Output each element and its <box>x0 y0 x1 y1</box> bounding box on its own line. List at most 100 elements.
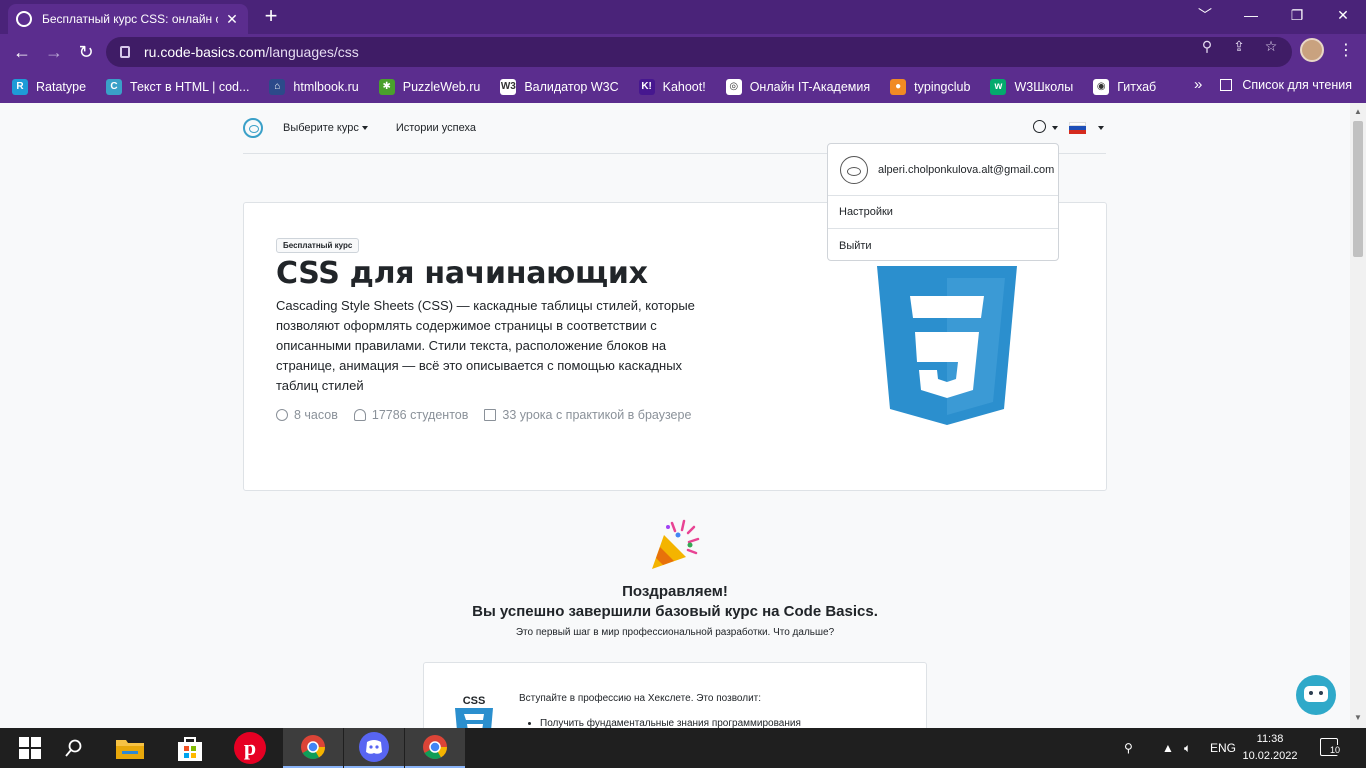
bookmark-star-icon[interactable]: ☆ <box>1260 38 1282 55</box>
bookmark-item[interactable]: ⌂ htmlbook.ru <box>269 78 359 95</box>
language-indicator[interactable]: ENG <box>1210 728 1236 768</box>
new-tab-button[interactable]: + <box>258 4 284 30</box>
browser-chrome: Бесплатный курс CSS: онлайн о ✕ + ﹀ — ❐ … <box>0 0 1366 103</box>
settings-menu-item[interactable]: Настройки <box>828 196 1058 229</box>
notification-count: 10 <box>1329 745 1342 755</box>
people-icon[interactable]: ⚲ <box>1124 728 1133 768</box>
reload-icon[interactable]: ↻ <box>72 38 100 66</box>
system-clock[interactable]: 11:38 10.02.2022 <box>1240 731 1300 765</box>
user-chevron-icon[interactable] <box>1052 126 1058 130</box>
bookmark-label: Гитхаб <box>1117 79 1157 94</box>
bookmark-label: Онлайн IT-Академия <box>749 79 871 94</box>
bookmark-label: Kahoot! <box>662 79 706 94</box>
file-explorer-icon[interactable] <box>100 728 160 768</box>
bookmark-item[interactable]: w W3Школы <box>990 78 1073 95</box>
bookmark-item[interactable]: ◎ Онлайн IT-Академия <box>725 78 871 95</box>
scroll-down-icon[interactable]: ▼ <box>1350 713 1366 722</box>
share-icon[interactable]: ⇪ <box>1228 38 1250 55</box>
maximize-button[interactable]: ❐ <box>1274 0 1320 30</box>
scroll-up-icon[interactable]: ▲ <box>1350 107 1366 116</box>
svg-text:p: p <box>244 735 256 760</box>
tab-search-icon[interactable]: ﹀ <box>1182 0 1228 30</box>
tab-strip: Бесплатный курс CSS: онлайн о ✕ + ﹀ — ❐ … <box>0 0 1366 34</box>
pinterest-icon[interactable]: p <box>220 728 280 768</box>
course-meta: 8 часов 17786 студентов 33 урока с практ… <box>276 408 707 422</box>
users-icon <box>353 409 366 421</box>
clock-icon <box>276 409 288 421</box>
bookmark-item[interactable]: W3 Валидатор W3C <box>500 78 619 95</box>
notifications-icon[interactable]: 10 <box>1320 738 1342 756</box>
kahoot-icon: K! <box>638 78 655 95</box>
zoom-icon[interactable]: ⚲ <box>1196 38 1218 55</box>
bookmark-label: typingclub <box>914 79 971 94</box>
hexlet-offer-card: CSS Вступайте в профессию на Хекслете. Э… <box>423 662 927 728</box>
url-host: ru.code-basics.com <box>144 44 266 60</box>
w3c-icon: W3 <box>500 78 517 95</box>
forward-arrow-icon[interactable]: → <box>40 38 68 66</box>
mini-css-label: CSS <box>463 695 486 707</box>
github-icon: ◉ <box>1093 78 1110 95</box>
back-arrow-icon[interactable]: ← <box>8 38 36 66</box>
logout-menu-item[interactable]: Выйти <box>828 229 1058 262</box>
web-page: Выберите курс Истории успеха alperi.chol… <box>0 103 1350 728</box>
search-icon[interactable] <box>44 728 104 768</box>
bookmark-item[interactable]: ● typingclub <box>890 78 971 95</box>
bookmark-label: Текст в HTML | cod... <box>130 79 250 94</box>
browser-tab[interactable]: Бесплатный курс CSS: онлайн о ✕ <box>8 4 248 34</box>
w3schools-icon: w <box>990 78 1007 95</box>
bookmark-item[interactable]: C Текст в HTML | cod... <box>106 78 250 95</box>
academy-icon: ◎ <box>725 78 742 95</box>
chatbot-widget-icon[interactable] <box>1296 675 1336 715</box>
bookmarks-more-icon[interactable]: » <box>1194 76 1202 93</box>
url-path: /languages/css <box>265 44 359 60</box>
user-account-icon[interactable] <box>1033 120 1046 133</box>
volume-icon[interactable]: 🔈︎ <box>1184 728 1191 768</box>
students-meta: 17786 студентов <box>353 408 469 422</box>
minimize-button[interactable]: — <box>1228 0 1274 30</box>
microsoft-store-icon[interactable] <box>160 728 220 768</box>
tray-overflow-icon[interactable]: ▲ <box>1162 728 1174 768</box>
tab-title: Бесплатный курс CSS: онлайн о <box>42 12 218 26</box>
url-text: ru.code-basics.com/languages/css <box>144 44 359 60</box>
clock-date: 10.02.2022 <box>1242 750 1298 762</box>
choose-course-dropdown[interactable]: Выберите курс <box>283 122 368 134</box>
page-scrollbar[interactable]: ▲ ▼ <box>1350 103 1366 728</box>
discord-icon[interactable] <box>344 728 404 768</box>
reading-list-icon <box>1220 78 1233 91</box>
code-basics-logo-icon[interactable] <box>243 118 263 138</box>
bookmark-label: Ratatype <box>36 79 87 94</box>
russian-flag-icon[interactable] <box>1069 122 1086 134</box>
students-text: 17786 студентов <box>371 408 469 422</box>
congrats-note: Это первый шаг в мир профессиональной ра… <box>515 627 835 638</box>
profile-avatar[interactable] <box>1300 38 1324 62</box>
chrome-window-1-icon[interactable] <box>283 728 343 768</box>
bookmark-item[interactable]: ✱ PuzzleWeb.ru <box>378 78 481 95</box>
bookmark-item[interactable]: K! Kahoot! <box>638 78 706 95</box>
bookmark-item[interactable]: ◉ Гитхаб <box>1093 78 1157 95</box>
lessons-text: 33 урока с практикой в браузере <box>502 408 692 422</box>
user-avatar-icon <box>840 155 868 184</box>
scrollbar-thumb[interactable] <box>1353 121 1363 257</box>
puzzle-icon: ✱ <box>378 78 395 95</box>
course-description: Cascading Style Sheets (CSS) — каскадные… <box>276 298 695 393</box>
success-stories-link[interactable]: Истории успеха <box>396 122 476 134</box>
bookmark-label: PuzzleWeb.ru <box>402 79 481 94</box>
tab-close-icon[interactable]: ✕ <box>224 11 240 28</box>
course-title: CSS для начинающих <box>276 256 648 291</box>
close-window-button[interactable]: ✕ <box>1320 0 1366 30</box>
duration-text: 8 часов <box>294 408 338 422</box>
book-icon <box>484 409 497 421</box>
bookmark-item[interactable]: R Ratatype <box>12 78 87 95</box>
congrats-subtitle: Вы успешно завершили базовый курс на Cod… <box>472 603 878 620</box>
code-basics-favicon-icon <box>16 11 32 27</box>
language-chevron-icon[interactable] <box>1098 126 1104 130</box>
address-bar[interactable]: ru.code-basics.com/languages/css <box>106 37 1292 67</box>
chrome-window-2-icon[interactable] <box>405 728 465 768</box>
congrats-title: Поздравляем! <box>622 583 728 600</box>
menu-kebab-icon[interactable]: ⋮ <box>1336 40 1356 60</box>
htmlbook-icon: ⌂ <box>269 78 286 95</box>
bookmarks-bar: R Ratatype C Текст в HTML | cod... ⌂ htmlbook… <box>0 70 1366 103</box>
reading-list-button[interactable]: Список для чтения <box>1242 78 1352 92</box>
css-mini-logo-icon: CSS <box>455 695 493 728</box>
ratatype-icon: R <box>12 78 28 95</box>
